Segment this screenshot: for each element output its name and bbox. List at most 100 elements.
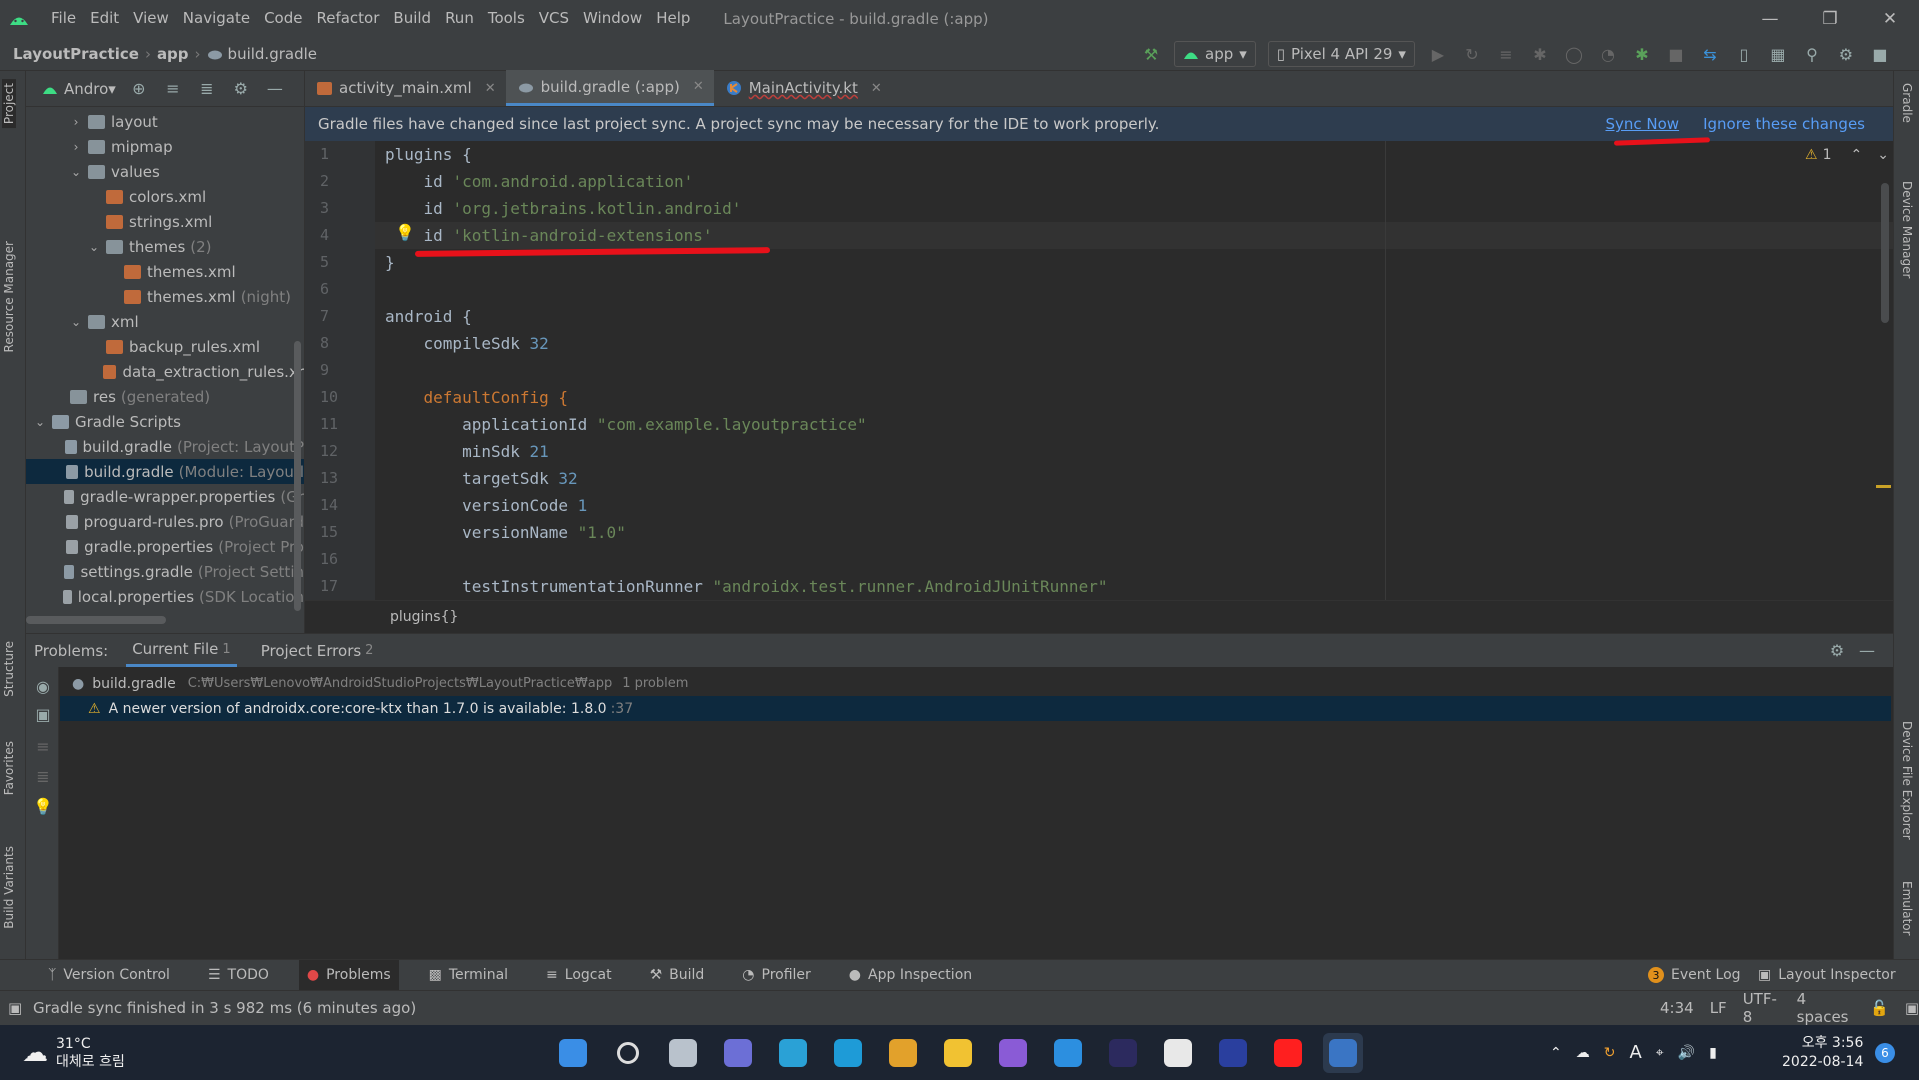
editor-scrollbar[interactable]: [1881, 183, 1889, 323]
desktop-icon[interactable]: [773, 1033, 813, 1073]
tree-item[interactable]: build.gradle (Project: LayoutP: [26, 434, 304, 459]
horizontal-scrollbar[interactable]: [26, 616, 166, 624]
minimize-button[interactable]: —: [1740, 0, 1800, 37]
chevron-up-icon[interactable]: ⌃: [1550, 1045, 1562, 1061]
tool-logcat[interactable]: ≡ Logcat: [538, 960, 620, 991]
menu-tools[interactable]: Tools: [481, 0, 532, 37]
breadcrumb-project[interactable]: LayoutPractice: [13, 45, 139, 63]
menu-build[interactable]: Build: [386, 0, 438, 37]
python-icon[interactable]: [1158, 1033, 1198, 1073]
chevron-down-icon[interactable]: ⌄: [68, 165, 84, 179]
tab-current-file[interactable]: Current File 1: [126, 634, 237, 667]
tree-item[interactable]: ⌄ values: [26, 159, 304, 184]
tool-tab-resource-manager[interactable]: Resource Manager: [2, 241, 16, 352]
menu-view[interactable]: View: [126, 0, 176, 37]
devcpp-icon[interactable]: [1213, 1033, 1253, 1073]
breadcrumb-module[interactable]: app: [157, 45, 189, 63]
menu-run[interactable]: Run: [438, 0, 481, 37]
visual-studio-icon[interactable]: [993, 1033, 1033, 1073]
tree-item[interactable]: › layout: [26, 109, 304, 134]
tool-app-inspection[interactable]: ● App Inspection: [841, 960, 980, 991]
tree-item[interactable]: res (generated): [26, 384, 304, 409]
settings-gear-icon[interactable]: ⚙: [1835, 43, 1857, 65]
tool-build[interactable]: ⚒ Build: [642, 960, 713, 991]
menu-code[interactable]: Code: [257, 0, 309, 37]
sync-now-link[interactable]: Sync Now: [1605, 115, 1679, 133]
tool-tab-structure[interactable]: Structure: [2, 641, 16, 697]
tool-todo[interactable]: ☰ TODO: [200, 960, 277, 991]
problem-file-row[interactable]: ● build.gradle C:₩Users₩Lenovo₩AndroidSt…: [64, 671, 688, 696]
apply-code-changes-icon[interactable]: ≡: [1495, 43, 1517, 65]
chevron-down-icon[interactable]: ⌄: [86, 240, 102, 254]
line-separator[interactable]: LF: [1710, 999, 1727, 1017]
sync-gradle-icon[interactable]: ⇆: [1699, 43, 1721, 65]
tab-project-errors[interactable]: Project Errors 2: [255, 634, 380, 667]
teams-chat-icon[interactable]: [718, 1033, 758, 1073]
lightbulb-icon[interactable]: 💡: [32, 795, 54, 817]
menu-window[interactable]: Window: [576, 0, 649, 37]
editor-breadcrumb[interactable]: plugins{}: [390, 609, 458, 625]
file-explorer-icon[interactable]: [938, 1033, 978, 1073]
tool-problems[interactable]: ● Problems: [298, 959, 399, 991]
tool-layout-inspector[interactable]: ▣ Layout Inspector: [1750, 960, 1904, 991]
file-encoding[interactable]: UTF-8: [1743, 990, 1781, 1026]
menu-navigate[interactable]: Navigate: [176, 0, 257, 37]
tool-version-control[interactable]: ᛉ Version Control: [40, 960, 178, 991]
preview-icon[interactable]: ▣: [32, 703, 54, 725]
attach-debugger-icon[interactable]: ✱: [1631, 43, 1653, 65]
close-tab-icon[interactable]: ✕: [693, 79, 704, 94]
tool-tab-build-variants[interactable]: Build Variants: [2, 846, 16, 929]
battery-icon[interactable]: ▮: [1709, 1045, 1717, 1061]
volume-icon[interactable]: 🔊: [1678, 1045, 1695, 1061]
chevron-right-icon[interactable]: ›: [68, 140, 84, 154]
tool-profiler[interactable]: ◔ Profiler: [734, 960, 819, 991]
tool-terminal[interactable]: ▩ Terminal: [421, 960, 516, 991]
restore-button[interactable]: ❐: [1800, 0, 1860, 37]
clock[interactable]: 오후 3:56 2022-08-14: [1782, 1034, 1863, 1072]
menu-vcs[interactable]: VCS: [532, 0, 576, 37]
tree-item[interactable]: colors.xml: [26, 184, 304, 209]
lock-icon[interactable]: 🔓: [1870, 999, 1889, 1017]
status-message[interactable]: Gradle sync finished in 3 s 982 ms (6 mi…: [33, 999, 416, 1017]
tab-mainactivity-kt[interactable]: MainActivity.kt ✕: [714, 70, 892, 106]
chevron-down-icon[interactable]: ⌄: [32, 415, 48, 429]
tree-item[interactable]: strings.xml: [26, 209, 304, 234]
chrome-icon[interactable]: [883, 1033, 923, 1073]
settings-gear-icon[interactable]: ⚙: [230, 78, 252, 100]
close-tab-icon[interactable]: ✕: [871, 81, 882, 96]
tree-item[interactable]: gradle.properties (Project Pro: [26, 534, 304, 559]
tool-tab-gradle[interactable]: Gradle: [1900, 83, 1914, 123]
tree-item[interactable]: themes.xml: [26, 259, 304, 284]
tab-activity-main-xml[interactable]: activity_main.xml ✕: [305, 70, 506, 106]
tree-item[interactable]: build.gradle (Module: Layoutl: [26, 459, 304, 484]
expand-all-icon[interactable]: ≡: [162, 78, 184, 100]
wifi-icon[interactable]: ⌖: [1656, 1045, 1664, 1061]
breadcrumb-file[interactable]: build.gradle: [228, 45, 317, 63]
tree-item[interactable]: themes.xml (night): [26, 284, 304, 309]
tree-item[interactable]: ⌄ xml: [26, 309, 304, 334]
menu-edit[interactable]: Edit: [83, 0, 126, 37]
memory-indicator-icon[interactable]: ▣: [1905, 999, 1919, 1017]
vscode-icon[interactable]: [1048, 1033, 1088, 1073]
warning-stripe-marker[interactable]: [1876, 485, 1891, 488]
tool-event-log[interactable]: 3 Event Log: [1640, 960, 1749, 991]
caret-position[interactable]: 4:34: [1660, 999, 1694, 1017]
tool-tab-project[interactable]: Project: [2, 79, 16, 129]
tree-item[interactable]: gradle-wrapper.properties (Gr: [26, 484, 304, 509]
project-view-select[interactable]: Andro▾: [64, 80, 116, 98]
onedrive-cloud-icon[interactable]: ☁: [1576, 1045, 1590, 1061]
profile-icon[interactable]: ◔: [1597, 43, 1619, 65]
tool-tab-emulator[interactable]: Emulator: [1900, 881, 1914, 936]
vertical-scrollbar[interactable]: [294, 341, 301, 611]
tool-tab-device-file-explorer[interactable]: Device File Explorer: [1900, 721, 1914, 840]
close-tab-icon[interactable]: ✕: [485, 81, 496, 96]
device-manager-icon[interactable]: ▯: [1733, 43, 1755, 65]
inspection-widget[interactable]: ⚠ 1 ⌃ ⌄: [1805, 147, 1889, 163]
apply-changes-icon[interactable]: ↻: [1461, 43, 1483, 65]
tree-item[interactable]: data_extraction_rules.xr: [26, 359, 304, 384]
sdk-manager-icon[interactable]: ▦: [1767, 43, 1789, 65]
hide-panel-icon[interactable]: —: [1856, 640, 1878, 662]
tree-item[interactable]: settings.gradle (Project Settin: [26, 559, 304, 584]
make-project-hammer-icon[interactable]: ⚒: [1140, 43, 1162, 65]
intention-bulb-icon[interactable]: 💡: [395, 223, 415, 242]
